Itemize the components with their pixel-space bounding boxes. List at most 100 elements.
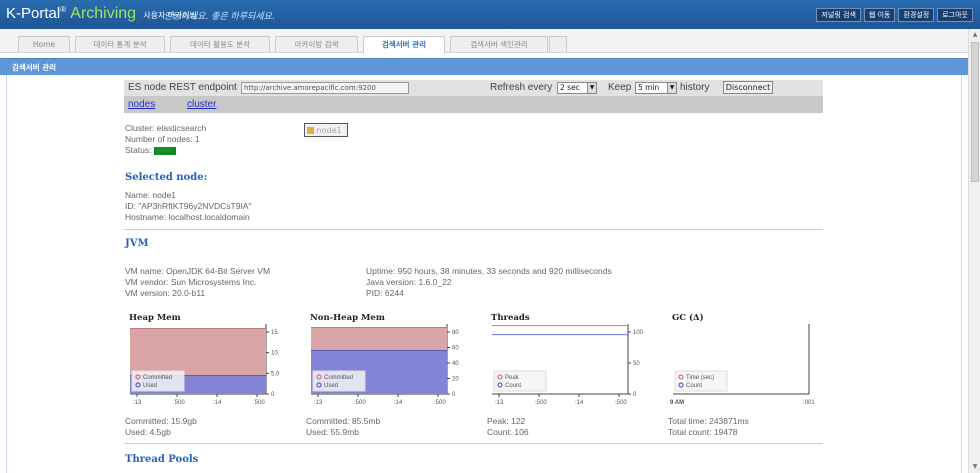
keep-value: 5 min	[638, 83, 660, 92]
y-tick-label: 0	[271, 392, 275, 398]
node-chip-label: node1	[316, 126, 342, 135]
vm-name: VM name: OpenJDK 64-Bit Server VM	[125, 266, 271, 276]
heap-used: Used: 4.5gb	[125, 427, 171, 437]
jvm-heading: JVM	[125, 238, 149, 249]
y-tick-label: 60	[452, 346, 459, 352]
y-tick-label: 15.	[271, 330, 280, 336]
top-bar: K-Portal® Archiving 사용자 아카이빙 안녕하세요. 좋은 하…	[0, 0, 980, 29]
y-tick-label: 0	[633, 392, 637, 398]
vertical-scrollbar[interactable]: ▲ ▼	[968, 29, 980, 473]
thread-pools-heading: Thread Pools	[125, 454, 199, 465]
legend-label: Used	[324, 383, 338, 389]
nonheap-committed: Committed: 85.5mb	[306, 416, 381, 426]
tab-data-usage[interactable]: 데이터 활용도 분석	[170, 36, 270, 52]
cluster-status: Status: green	[125, 145, 176, 156]
gc-total-count: Total count: 19478	[668, 427, 738, 437]
view-links-bar: nodes cluster	[124, 96, 823, 113]
java-version: Java version: 1.6.0_22	[366, 277, 452, 287]
node-name: Name: node1	[125, 190, 177, 200]
divider	[124, 443, 823, 444]
x-tick-label: :500	[434, 400, 446, 406]
cluster-name: Cluster: elasticsearch	[125, 123, 207, 133]
heap-committed: Committed: 15.9gb	[125, 416, 197, 426]
heap-mem-chart: 15. 10. 5.0 0:13:500:14:500 Committed Used	[130, 324, 280, 406]
legend-label: Time (sec)	[686, 375, 714, 381]
nonheap-mem-chart: 80 60 40 20 0:13:500:14:500 Committed Used	[311, 324, 459, 406]
node-icon	[307, 127, 314, 134]
pid: PID: 6244	[366, 288, 404, 298]
y-tick-label: 5.0	[271, 371, 280, 377]
y-tick-label: 0	[452, 392, 456, 398]
y-tick-label: 80	[452, 330, 459, 336]
tab-archiving-search[interactable]: 아카이빙 검색	[275, 36, 358, 52]
y-tick-label: 20	[452, 377, 459, 383]
x-tick-label: :500	[173, 400, 185, 406]
threads-peak: Peak: 122	[487, 416, 526, 426]
legend-label: Peak	[505, 375, 520, 381]
scroll-up-icon[interactable]: ▲	[971, 31, 979, 39]
x-tick-label: :500	[354, 400, 366, 406]
node-hostname: Hostname: localhost.localdomain	[125, 212, 250, 222]
endpoint-input[interactable]: http://archive.amorepacific.com:9200	[241, 82, 409, 94]
legend-box	[131, 370, 185, 392]
node-chip[interactable]: node1	[304, 123, 348, 137]
vm-version: VM version: 20.0-b11	[125, 288, 206, 298]
y-tick-label: 10.	[271, 351, 280, 357]
x-tick-label: :13	[133, 400, 142, 406]
y-tick-label: 50	[633, 361, 640, 367]
cluster-link[interactable]: cluster	[187, 99, 216, 110]
tab-search-server-index[interactable]: 검색서버 색인관리	[450, 36, 548, 52]
disconnect-button[interactable]: Disconnect	[723, 81, 773, 94]
tab-data-statistics[interactable]: 데이터 통계 분석	[75, 36, 165, 52]
tab-bar: Home 데이터 통계 분석 데이터 활용도 분석 아카이빙 검색 검색서버 관…	[0, 29, 968, 53]
endpoint-label: ES node REST endpoint	[128, 82, 237, 93]
nodes-link[interactable]: nodes	[128, 99, 155, 110]
tab-blank	[549, 36, 567, 52]
cluster-node-count: Number of nodes: 1	[125, 134, 200, 144]
x-tick-label: :13	[314, 400, 323, 406]
refresh-value: 2 sec	[560, 83, 580, 92]
journal-search-button[interactable]: 저널링 검색	[816, 8, 861, 22]
logout-button[interactable]: 로그아웃	[937, 8, 973, 22]
threads-count: Count: 106	[487, 427, 529, 437]
slogan: 안녕하세요. 좋은 하루되세요.	[164, 12, 275, 22]
settings-button[interactable]: 환경설정	[898, 8, 935, 22]
gc-chart: 9 AM:001 Time (sec) Count	[670, 324, 815, 406]
legend-label: Count	[505, 383, 521, 389]
x-tick-label: :14	[213, 400, 222, 406]
keep-label: Keep	[608, 82, 632, 93]
logo-main: K-Portal	[6, 5, 61, 22]
gc-total-time: Total time: 243871ms	[668, 416, 749, 426]
tab-home[interactable]: Home	[18, 36, 70, 52]
nonheap-used: Used: 55.9mb	[306, 427, 359, 437]
y-tick-label: 100	[633, 330, 644, 336]
top-buttons: 저널링 검색 웹 이동 환경설정 로그아웃	[816, 8, 973, 22]
threads-chart: 100 50 0:13:500:14:500 Peak Count	[492, 324, 644, 406]
selected-node-heading: Selected node:	[125, 172, 208, 183]
scroll-down-icon[interactable]: ▼	[971, 463, 979, 471]
status-badge: green	[153, 146, 176, 155]
chevron-down-icon: ▼	[667, 83, 676, 93]
legend-label: Committed	[143, 375, 172, 381]
node-id: ID: "AP3hRftKT96y2NVDCsT9IA"	[125, 201, 252, 211]
vm-vendor: VM vendor: Sun Microsystems Inc.	[125, 277, 257, 287]
history-label: history	[680, 82, 710, 93]
tab-search-server-admin[interactable]: 검색서버 관리	[363, 36, 445, 53]
x-tick-label: 9 AM	[670, 400, 684, 406]
chevron-down-icon: ▼	[587, 83, 596, 93]
es-control-bar: ES node REST endpoint http://archive.amo…	[124, 80, 823, 96]
logo-reg: ®	[60, 5, 67, 14]
web-move-button[interactable]: 웹 이동	[863, 8, 896, 22]
uptime: Uptime: 950 hours, 38 minutes, 33 second…	[366, 266, 612, 276]
keep-select[interactable]: 5 min ▼	[635, 82, 677, 94]
legend-label: Count	[686, 383, 702, 389]
x-tick-label: :13	[495, 400, 504, 406]
y-tick-label: 40	[452, 361, 459, 367]
x-tick-label: :14	[575, 400, 584, 406]
divider	[124, 229, 823, 230]
scroll-thumb[interactable]	[971, 42, 979, 182]
refresh-select[interactable]: 2 sec ▼	[557, 82, 597, 94]
x-tick-label: :14	[394, 400, 403, 406]
status-label: Status:	[125, 145, 152, 155]
legend-label: Used	[143, 383, 157, 389]
